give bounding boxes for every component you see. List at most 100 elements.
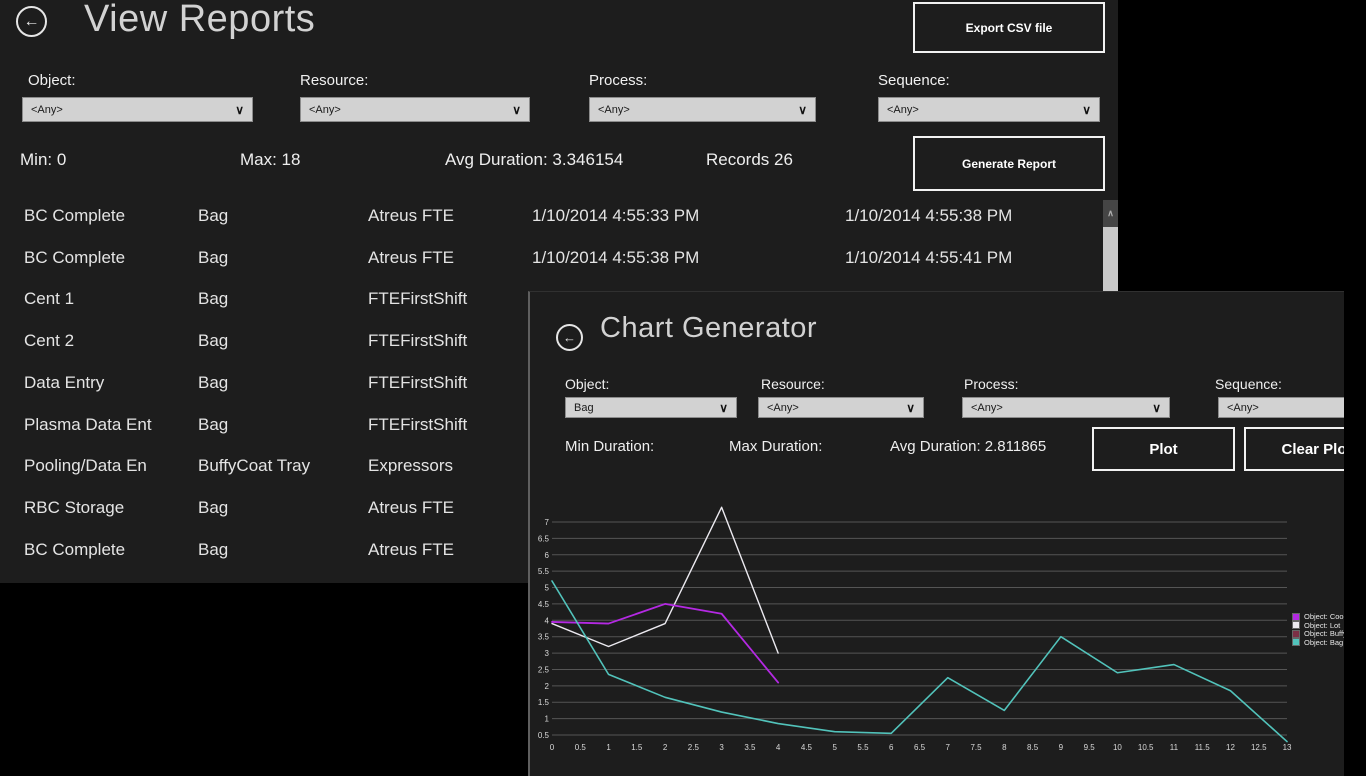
y-axis-tick-label: 1.5 (538, 698, 550, 707)
x-axis-tick-label: 11 (1170, 743, 1179, 752)
clear-plot-button[interactable]: Clear Plot (1244, 427, 1344, 471)
table-cell: BuffyCoat Tray (198, 456, 310, 476)
legend-swatch (1292, 621, 1300, 629)
process-dropdown[interactable]: <Any>∨ (589, 97, 816, 122)
x-axis-tick-label: 5.5 (857, 743, 869, 752)
series-line (552, 604, 778, 683)
chart-generator-window: 0.511.522.533.544.555.566.5700.511.522.5… (528, 291, 1344, 776)
table-cell: Expressors (368, 456, 453, 476)
table-cell: Atreus FTE (368, 248, 454, 268)
x-axis-tick-label: 12.5 (1251, 743, 1267, 752)
y-axis-tick-label: 3.5 (538, 633, 550, 642)
min-duration-stat: Min Duration: (565, 438, 654, 455)
x-axis-tick-label: 7 (946, 743, 951, 752)
sequence-label: Sequence: (878, 72, 950, 89)
x-axis-tick-label: 10 (1113, 743, 1122, 752)
back-button[interactable]: ← (16, 6, 47, 37)
min-stat: Min: 0 (20, 150, 66, 170)
table-cell: Bag (198, 373, 228, 393)
y-axis-tick-label: 3 (545, 649, 550, 658)
chevron-down-icon: ∨ (906, 398, 915, 417)
x-axis-tick-label: 1 (606, 743, 611, 752)
export-csv-button[interactable]: Export CSV file (913, 2, 1105, 53)
plot-button[interactable]: Plot (1092, 427, 1235, 471)
table-cell: BC Complete (24, 248, 125, 268)
chevron-down-icon: ∨ (512, 98, 521, 121)
table-cell: 1/10/2014 4:55:41 PM (845, 248, 1012, 268)
legend-swatch (1292, 638, 1300, 646)
y-axis-tick-label: 6 (545, 551, 550, 560)
table-cell: Bag (198, 206, 228, 226)
table-row[interactable]: BC CompleteBagAtreus FTE1/10/2014 4:55:3… (0, 206, 1100, 232)
scroll-up-icon: ∧ (1107, 208, 1114, 219)
table-cell: FTEFirstShift (368, 289, 467, 309)
table-cell: Atreus FTE (368, 540, 454, 560)
table-cell: Cent 1 (24, 289, 74, 309)
legend-label: Object: Bag (1304, 638, 1343, 647)
back-button[interactable]: ← (556, 324, 583, 351)
table-cell: 1/10/2014 4:55:33 PM (532, 206, 699, 226)
process-dropdown-value: <Any> (971, 398, 1003, 417)
table-cell: Data Entry (24, 373, 104, 393)
chevron-down-icon: ∨ (1082, 98, 1091, 121)
series-line (552, 581, 1287, 742)
y-axis-tick-label: 4.5 (538, 600, 550, 609)
max-stat: Max: 18 (240, 150, 300, 170)
sequence-label: Sequence: (1215, 376, 1282, 392)
page-title: View Reports (84, 0, 315, 42)
scrollbar-up-button[interactable]: ∧ (1103, 200, 1118, 227)
chevron-down-icon: ∨ (1152, 398, 1161, 417)
x-axis-tick-label: 0.5 (575, 743, 587, 752)
table-cell: Atreus FTE (368, 206, 454, 226)
x-axis-tick-label: 2.5 (688, 743, 700, 752)
x-axis-tick-label: 9 (1059, 743, 1064, 752)
legend-swatch (1292, 613, 1300, 621)
table-cell: FTEFirstShift (368, 331, 467, 351)
x-axis-tick-label: 4 (776, 743, 781, 752)
x-axis-tick-label: 10.5 (1138, 743, 1154, 752)
x-axis-tick-label: 13 (1283, 743, 1292, 752)
records-count: Records 26 (706, 150, 793, 170)
back-arrow-icon: ← (563, 331, 576, 344)
object-dropdown[interactable]: <Any>∨ (22, 97, 253, 122)
resource-label: Resource: (300, 72, 368, 89)
table-cell: Cent 2 (24, 331, 74, 351)
generate-report-button[interactable]: Generate Report (913, 136, 1105, 191)
chevron-down-icon: ∨ (235, 98, 244, 121)
table-row[interactable]: BC CompleteBagAtreus FTE1/10/2014 4:55:3… (0, 248, 1100, 274)
sequence-dropdown[interactable]: <Any>∨ (878, 97, 1100, 122)
object-dropdown[interactable]: Bag∨ (565, 397, 737, 418)
back-arrow-icon: ← (24, 14, 40, 30)
legend-swatch (1292, 630, 1300, 638)
y-axis-tick-label: 4 (545, 616, 550, 625)
duration-line-chart: 0.511.522.533.544.555.566.5700.511.522.5… (530, 292, 1344, 776)
table-cell: Bag (198, 498, 228, 518)
process-dropdown[interactable]: <Any> ∨ (962, 397, 1170, 418)
table-cell: 1/10/2014 4:55:38 PM (532, 248, 699, 268)
table-cell: Bag (198, 331, 228, 351)
x-axis-tick-label: 4.5 (801, 743, 813, 752)
x-axis-tick-label: 3 (719, 743, 724, 752)
resource-dropdown-value: <Any> (309, 98, 341, 121)
series-line (552, 507, 778, 653)
table-cell: Plasma Data Ent (24, 415, 152, 435)
sequence-dropdown-value: <Any> (1227, 398, 1259, 417)
y-axis-tick-label: 2 (545, 682, 550, 691)
resource-dropdown[interactable]: <Any>∨ (758, 397, 924, 418)
avg-duration-stat: Avg Duration: 3.346154 (445, 150, 623, 170)
table-cell: FTEFirstShift (368, 415, 467, 435)
y-axis-tick-label: 6.5 (538, 534, 550, 543)
table-cell: Pooling/Data En (24, 456, 147, 476)
table-cell: Bag (198, 415, 228, 435)
x-axis-tick-label: 8 (1002, 743, 1007, 752)
object-dropdown-value: Bag (574, 398, 594, 417)
x-axis-tick-label: 7.5 (970, 743, 982, 752)
x-axis-tick-label: 5 (832, 743, 837, 752)
sequence-dropdown[interactable]: <Any>∨ (1218, 397, 1344, 418)
resource-dropdown[interactable]: <Any> ∨ (300, 97, 530, 122)
y-axis-tick-label: 5 (545, 584, 550, 593)
process-label: Process: (589, 72, 647, 89)
legend-item: Object: Bag (1292, 638, 1343, 647)
y-axis-tick-label: 5.5 (538, 567, 550, 576)
x-axis-tick-label: 0 (550, 743, 555, 752)
